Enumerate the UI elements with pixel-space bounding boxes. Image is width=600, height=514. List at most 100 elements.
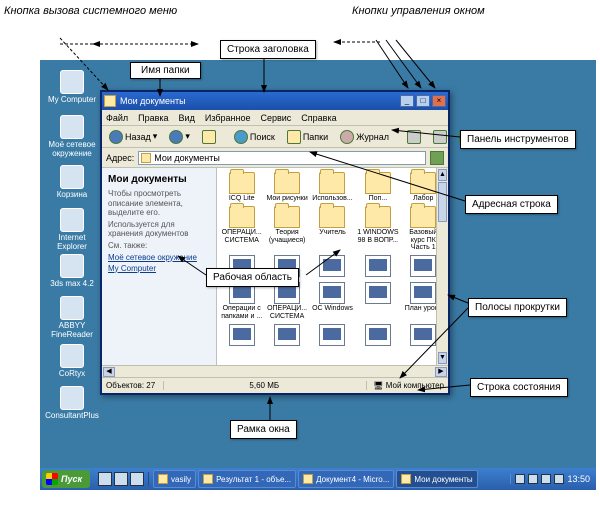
folder-icon [319,172,345,194]
statusbar: Объектов: 27 5,60 МБ 🖥 Мой компьютер [102,377,448,393]
tray-icon[interactable] [541,474,551,484]
folder-icon [410,206,436,228]
folder-icon [365,206,391,228]
menu-view[interactable]: Вид [179,113,195,123]
doc-icon [410,324,436,346]
app-icon [60,296,84,320]
back-button[interactable]: Назад ▾ [106,129,160,145]
app-icon [60,386,84,410]
ql-icon[interactable] [98,472,112,486]
ql-icon[interactable] [114,472,128,486]
horizontal-scrollbar[interactable]: ◀ ▶ [102,365,448,377]
desktop: My Computer Моё сетевое окружение Корзин… [40,60,596,490]
vertical-scrollbar[interactable]: ▲ ▼ [436,168,448,365]
file-item[interactable]: Использов... [312,172,353,202]
doc-icon [229,324,255,346]
file-item[interactable] [266,324,307,347]
desktop-icon[interactable]: ABBYY FineReader [44,296,100,340]
desktop-icon[interactable]: CoRtyx [44,344,100,379]
workspace: Мои документы Чтобы просмотреть описание… [102,168,448,365]
file-item[interactable]: Теория (учащиеся) [266,206,307,251]
window-title: Мои документы [120,96,400,106]
tray-icon[interactable] [528,474,538,484]
file-item[interactable] [312,324,353,347]
system-menu-icon[interactable] [104,95,116,107]
go-button[interactable] [430,151,444,165]
journal-button[interactable]: Журнал [337,129,392,145]
folder-icon [410,172,436,194]
annot-title-row: Строка заголовка [220,40,316,59]
maximize-button[interactable]: □ [416,95,430,107]
scroll-up-icon[interactable]: ▲ [438,169,447,181]
folder-icon [229,172,255,194]
address-label: Адрес: [106,153,134,163]
file-item[interactable]: Мои рисунки [266,172,307,202]
address-value: Мои документы [154,153,220,163]
copy-button[interactable] [430,129,450,145]
annot-status-row: Строка состояния [470,378,568,397]
folder-icon [365,172,391,194]
sidebar-heading: Мои документы [108,174,210,185]
ql-icon[interactable] [130,472,144,486]
file-item[interactable] [357,282,398,320]
folders-button[interactable]: Папки [284,129,331,145]
task-button[interactable]: Результат 1 - объе... [198,470,296,488]
move-button[interactable] [404,129,424,145]
desktop-icon[interactable]: 3ds max 4.2 [44,254,100,289]
address-input[interactable]: Мои документы [138,151,426,165]
status-size: 5,60 МБ [163,381,358,390]
desktop-icon[interactable]: My Computer [44,70,100,105]
search-button[interactable]: Поиск [231,129,278,145]
up-button[interactable] [199,129,219,145]
desktop-icon[interactable]: Корзина [44,165,100,200]
copy-icon [433,130,447,144]
task-button[interactable]: Документ4 - Micro... [298,470,394,488]
file-item[interactable]: ICQ Lite [221,172,262,202]
tray-icon[interactable] [554,474,564,484]
desktop-icon[interactable]: Internet Explorer [44,208,100,252]
file-item[interactable]: Учитель [312,206,353,251]
menu-help[interactable]: Справка [301,113,336,123]
doc-icon [274,324,300,346]
titlebar[interactable]: Мои документы _ □ × [102,92,448,110]
app-icon [203,474,213,484]
scroll-right-icon[interactable]: ▶ [435,367,447,377]
desktop-icon[interactable]: Моё сетевое окружение [44,115,100,159]
menu-file[interactable]: Файл [106,113,128,123]
doc-icon [319,324,345,346]
journal-icon [340,130,354,144]
tray-icon[interactable] [515,474,525,484]
file-item[interactable]: ОПЕРАЦИ... СИСТЕМА [266,282,307,320]
start-button[interactable]: Пуск [42,470,90,488]
sidebar-link[interactable]: My Computer [108,264,210,273]
doc-icon [365,255,391,277]
file-item[interactable] [357,255,398,278]
up-icon [202,130,216,144]
forward-button[interactable]: ▾ [166,129,193,145]
file-item[interactable]: ОС Windows [312,282,353,320]
sidebar-link[interactable]: Моё сетевое окружение [108,253,210,262]
scroll-left-icon[interactable]: ◀ [103,367,115,377]
folder-icon [274,172,300,194]
file-item[interactable]: 1 WINDOWS 98 В ВОПР... [357,206,398,251]
file-item[interactable] [312,255,353,278]
file-item[interactable]: ОПЕРАЦИ... СИСТЕМА [221,206,262,251]
sidebar-tip: Чтобы просмотреть описание элемента, выд… [108,189,210,218]
back-icon [109,130,123,144]
file-item[interactable]: Поп... [357,172,398,202]
desktop-icon[interactable]: ConsultantPlus [44,386,100,421]
file-item[interactable] [357,324,398,347]
menu-favorites[interactable]: Избранное [205,113,251,123]
file-area[interactable]: ICQ Lite Мои рисунки Использов... Поп...… [217,168,448,365]
scroll-down-icon[interactable]: ▼ [438,352,447,364]
scroll-thumb[interactable] [438,182,447,222]
task-button[interactable]: Мои документы [396,470,477,488]
file-item[interactable] [221,324,262,347]
menu-edit[interactable]: Правка [138,113,168,123]
menu-tools[interactable]: Сервис [260,113,291,123]
file-item[interactable]: Операции с папками и ... [221,282,262,320]
annot-system-menu: Кнопка вызова системного меню [4,5,177,17]
task-button[interactable]: vasily [153,470,196,488]
close-button[interactable]: × [432,95,446,107]
minimize-button[interactable]: _ [400,95,414,107]
